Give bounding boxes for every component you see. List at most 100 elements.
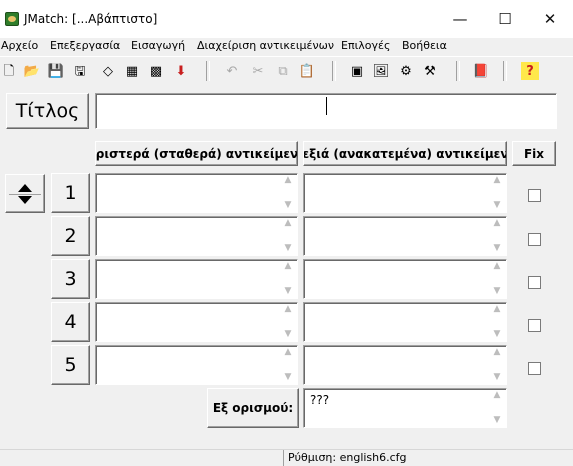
paste-icon[interactable]: 📋 (298, 62, 316, 80)
scroll-up-icon[interactable]: ▲ (285, 262, 292, 271)
web-export-icon[interactable]: ▦ (123, 62, 141, 80)
left-items-header[interactable]: Αριστερά (σταθερά) αντικείμενα (95, 141, 298, 166)
open-folder-icon[interactable]: 📂 (23, 62, 41, 80)
maximize-button[interactable]: ☐ (482, 4, 528, 34)
html-icon[interactable]: ▣ (348, 62, 366, 80)
row-number-button[interactable]: 3 (51, 259, 90, 299)
left-item-input[interactable]: ▲ ▼ (95, 302, 298, 342)
left-item-input[interactable]: ▲ ▼ (95, 173, 298, 213)
book-icon[interactable]: 📕 (472, 62, 490, 80)
arrow-up-icon[interactable] (18, 183, 32, 192)
fix-checkbox[interactable] (528, 362, 541, 375)
scroll-up-icon[interactable]: ▲ (494, 219, 501, 228)
toolbar-separator (332, 61, 336, 81)
down-arrow-icon[interactable]: ⬇ (172, 62, 190, 80)
scrollbar[interactable]: ▲ ▼ (281, 262, 295, 296)
menu-manage-items[interactable]: Διαχείριση αντικειμένων (197, 39, 334, 52)
scroll-down-icon[interactable]: ▼ (494, 416, 501, 425)
right-item-input[interactable]: ▲ ▼ (303, 345, 507, 385)
scroll-down-icon[interactable]: ▼ (285, 201, 292, 210)
scrollbar[interactable]: ▲ ▼ (490, 219, 504, 253)
fix-checkbox[interactable] (528, 276, 541, 289)
toolbar-separator (456, 61, 460, 81)
scroll-down-icon[interactable]: ▼ (285, 330, 292, 339)
menu-edit[interactable]: Επεξεργασία (50, 39, 120, 52)
scroll-up-icon[interactable]: ▲ (494, 262, 501, 271)
right-item-input[interactable]: ▲ ▼ (303, 259, 507, 299)
row-number-button[interactable]: 2 (51, 216, 90, 256)
image-icon[interactable]: 🖼 (372, 62, 390, 80)
menu-insert[interactable]: Εισαγωγή (131, 39, 185, 52)
fix-header[interactable]: Fix (512, 141, 556, 166)
fix-checkbox[interactable] (528, 319, 541, 332)
scroll-up-icon[interactable]: ▲ (494, 176, 501, 185)
text-cursor (326, 97, 327, 115)
scrollbar[interactable]: ▲ ▼ (490, 391, 504, 425)
scroll-down-icon[interactable]: ▼ (494, 330, 501, 339)
scroll-up-icon[interactable]: ▲ (285, 176, 292, 185)
minimize-button[interactable]: — (437, 4, 483, 34)
menu-file[interactable]: Αρχείο (1, 39, 38, 52)
right-item-input[interactable]: ▲ ▼ (303, 216, 507, 256)
divider (9, 194, 41, 195)
help-icon[interactable]: ? (521, 62, 539, 80)
scroll-up-icon[interactable]: ▲ (285, 348, 292, 357)
default-value: ??? (310, 393, 330, 407)
scrollbar[interactable]: ▲ ▼ (281, 348, 295, 382)
fix-checkbox[interactable] (528, 233, 541, 246)
scroll-down-icon[interactable]: ▼ (285, 373, 292, 382)
arrow-down-icon[interactable] (18, 195, 32, 204)
menu-bar: Αρχείο Επεξεργασία Εισαγωγή Διαχείριση α… (0, 38, 573, 56)
scrollbar[interactable]: ▲ ▼ (281, 305, 295, 339)
menu-options[interactable]: Επιλογές (341, 39, 390, 52)
tool-icon[interactable]: ⚙ (397, 62, 415, 80)
scroll-down-icon[interactable]: ▼ (285, 287, 292, 296)
scrollbar[interactable]: ▲ ▼ (490, 176, 504, 210)
toolbar: 🗋 📂 💾 🖫 ◇ ▦ ▩ ⬇ ↶ ✂ ⧉ 📋 ▣ 🖼 ⚙ ⚒ 📕 ? (0, 56, 573, 84)
scrollbar[interactable]: ▲ ▼ (281, 219, 295, 253)
default-button[interactable]: Εξ ορισμού: (207, 388, 299, 428)
save-as-icon[interactable]: 🖫 (71, 62, 89, 80)
scroll-down-icon[interactable]: ▼ (494, 201, 501, 210)
new-file-icon[interactable]: 🗋 (0, 62, 18, 80)
left-item-input[interactable]: ▲ ▼ (95, 216, 298, 256)
scroll-up-icon[interactable]: ▲ (494, 305, 501, 314)
left-item-input[interactable]: ▲ ▼ (95, 259, 298, 299)
app-icon (5, 12, 19, 26)
scroll-up-icon[interactable]: ▲ (494, 391, 501, 400)
title-button[interactable]: Τίτλος (6, 93, 89, 129)
fix-checkbox[interactable] (528, 189, 541, 202)
left-item-input[interactable]: ▲ ▼ (95, 345, 298, 385)
menu-help[interactable]: Βοήθεια (402, 39, 447, 52)
right-item-input[interactable]: ▲ ▼ (303, 173, 507, 213)
scroll-up-icon[interactable]: ▲ (285, 305, 292, 314)
scrollbar[interactable]: ▲ ▼ (490, 348, 504, 382)
scrollbar[interactable]: ▲ ▼ (281, 176, 295, 210)
row-number-button[interactable]: 5 (51, 345, 90, 385)
scroll-down-icon[interactable]: ▼ (494, 373, 501, 382)
save-icon[interactable]: 💾 (47, 62, 65, 80)
copy-icon[interactable]: ⧉ (274, 62, 292, 80)
web-export-2-icon[interactable]: ▩ (147, 62, 165, 80)
close-button[interactable]: ✕ (527, 4, 573, 34)
window-title: JMatch: [...Αβάπτιστο] (24, 12, 158, 26)
default-input[interactable]: ??? ▲ ▼ (303, 388, 507, 428)
scroll-up-icon[interactable]: ▲ (494, 348, 501, 357)
row-number-button[interactable]: 1 (51, 173, 90, 213)
scroll-down-icon[interactable]: ▼ (285, 244, 292, 253)
toolbar-separator (503, 61, 507, 81)
row-number-button[interactable]: 4 (51, 302, 90, 342)
row-scroll-buttons[interactable] (5, 174, 45, 213)
scroll-down-icon[interactable]: ▼ (494, 244, 501, 253)
cut-icon[interactable]: ✂ (249, 62, 267, 80)
undo-icon[interactable]: ↶ (223, 62, 241, 80)
right-item-input[interactable]: ▲ ▼ (303, 302, 507, 342)
diamond-icon[interactable]: ◇ (99, 62, 117, 80)
status-config: Ρύθμιση: english6.cfg (283, 450, 573, 466)
right-items-header[interactable]: Δεξιά (ανακατεμένα) αντικείμενα (303, 141, 507, 166)
tool-2-icon[interactable]: ⚒ (421, 62, 439, 80)
scroll-up-icon[interactable]: ▲ (285, 219, 292, 228)
scrollbar[interactable]: ▲ ▼ (490, 262, 504, 296)
scrollbar[interactable]: ▲ ▼ (490, 305, 504, 339)
scroll-down-icon[interactable]: ▼ (494, 287, 501, 296)
